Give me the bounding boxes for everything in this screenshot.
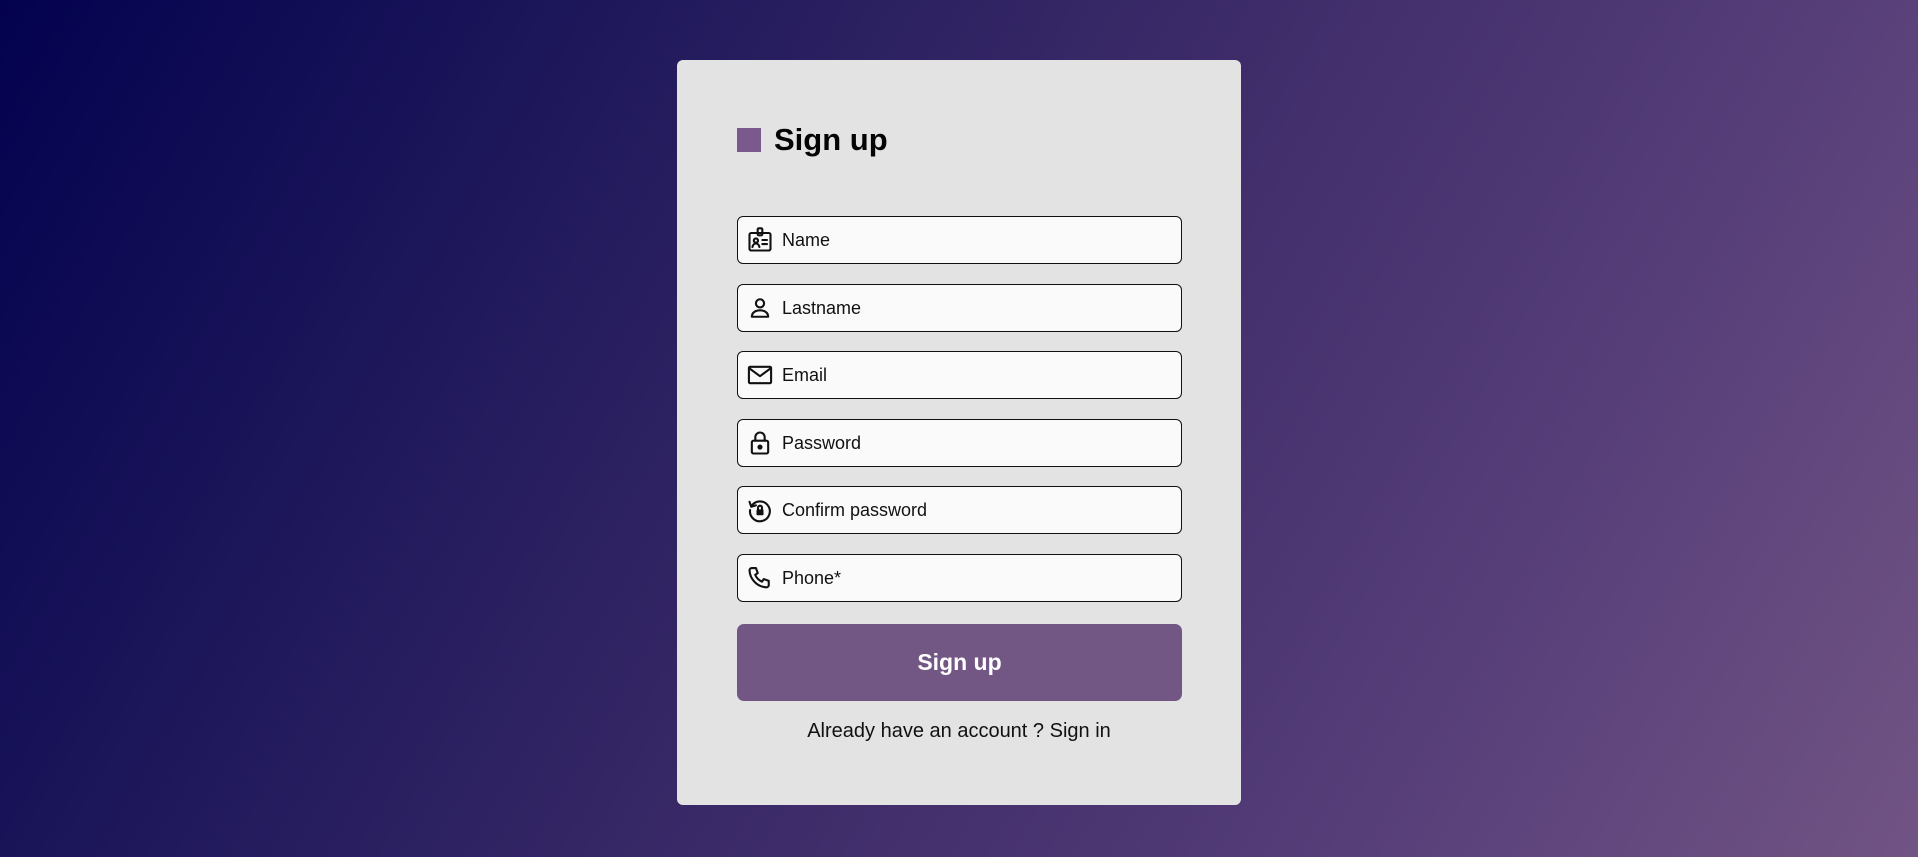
title-row: Sign up xyxy=(737,120,888,160)
user-icon xyxy=(746,294,774,322)
mail-icon xyxy=(746,361,774,389)
sign-in-link[interactable]: Sign in xyxy=(1050,720,1111,742)
password-field[interactable] xyxy=(737,419,1182,467)
confirm-password-field[interactable] xyxy=(737,486,1182,534)
lastname-input[interactable] xyxy=(782,285,1181,331)
name-input[interactable] xyxy=(782,217,1181,263)
sign-up-button[interactable]: Sign up xyxy=(737,624,1182,701)
form-title: Sign up xyxy=(774,122,888,157)
signup-card: Sign up Name Lastname Email Phone* Sign … xyxy=(677,60,1241,805)
email-input[interactable] xyxy=(782,352,1181,398)
phone-input[interactable] xyxy=(782,555,1181,601)
phone-icon xyxy=(746,564,774,592)
email-field[interactable] xyxy=(737,351,1182,399)
lock-icon xyxy=(746,429,774,457)
id-badge-icon xyxy=(746,226,774,254)
confirm-password-input[interactable] xyxy=(782,487,1181,533)
logo-square-icon xyxy=(737,128,761,152)
password-input[interactable] xyxy=(782,420,1181,466)
name-field[interactable] xyxy=(737,216,1182,264)
lastname-field[interactable] xyxy=(737,284,1182,332)
phone-field[interactable] xyxy=(737,554,1182,602)
lock-reset-icon xyxy=(746,496,774,524)
signin-prompt: Already have an account ? Sign in xyxy=(677,720,1241,743)
signin-prompt-text: Already have an account ? xyxy=(807,720,1045,742)
